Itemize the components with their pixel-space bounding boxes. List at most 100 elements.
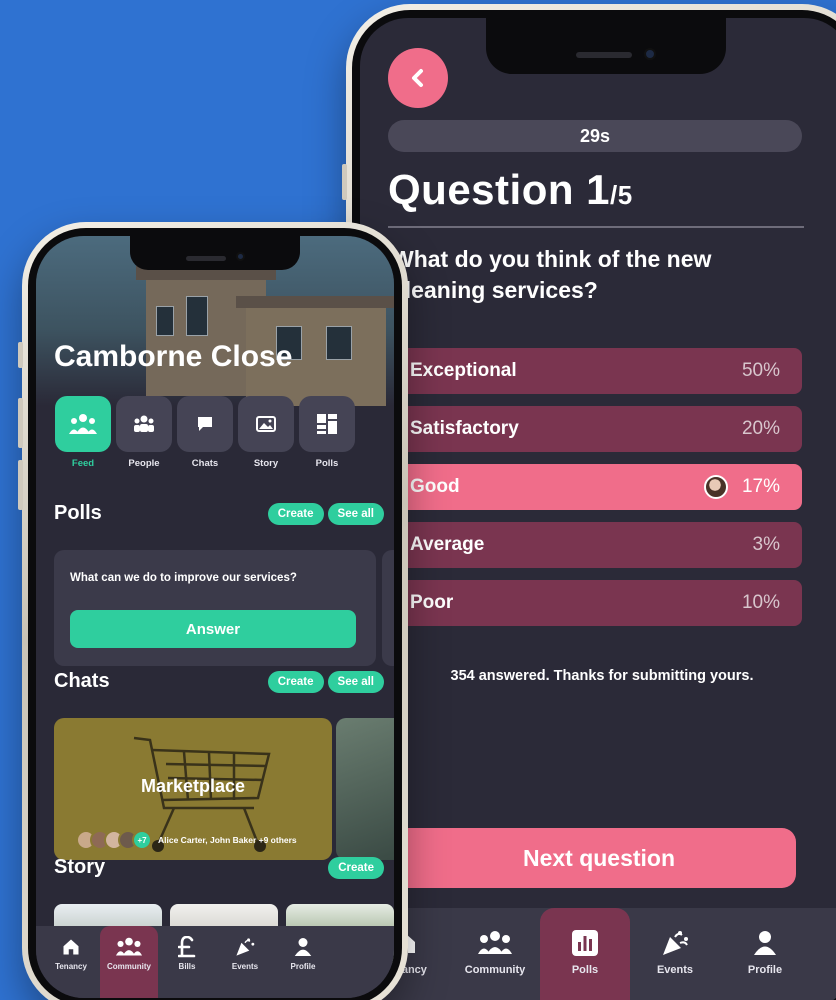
polls-icon	[572, 930, 598, 956]
answer-options: Exceptional 50% Satisfactory 20% Good 17…	[402, 348, 802, 638]
section-title: Polls	[54, 502, 102, 524]
option-percent: 3%	[752, 534, 780, 555]
option-satisfactory[interactable]: Satisfactory 20%	[402, 406, 802, 452]
create-story-button[interactable]: Create	[328, 856, 384, 879]
question-number: Question 1	[388, 166, 611, 213]
nav-label: Chats	[191, 458, 219, 469]
party-popper-icon	[663, 931, 688, 955]
divider	[388, 226, 804, 228]
image-icon	[256, 416, 276, 432]
section-title: Story	[54, 856, 106, 878]
option-percent: 20%	[741, 418, 780, 439]
nav-label: Polls	[315, 458, 339, 469]
tab-polls[interactable]: Polls	[540, 908, 630, 1000]
see-all-polls-button[interactable]: See all	[327, 502, 384, 525]
poll-question: What can we do to improve our services?	[70, 572, 297, 584]
bottom-tab-bar: Tenancy Community Polls Events Profile	[360, 908, 836, 1000]
option-label: Exceptional	[410, 360, 517, 381]
bottom-tab-bar: Tenancy Community Bills Events Profile	[36, 926, 394, 998]
tab-label: Bills	[178, 962, 196, 971]
people-icon	[134, 415, 154, 432]
poll-card: What can we do to improve our services? …	[54, 550, 376, 666]
community-screen: Camborne Close Feed People Chats Story P…	[36, 236, 394, 998]
tab-label: Events	[656, 964, 694, 976]
next-question-button[interactable]: Next question	[402, 828, 796, 888]
section-title: Chats	[54, 670, 110, 692]
chat-icon	[198, 417, 212, 431]
party-popper-icon	[236, 938, 255, 956]
tab-bills[interactable]: Bills	[158, 926, 216, 998]
tab-community[interactable]: Community	[450, 908, 540, 1000]
tab-events[interactable]: Events	[216, 926, 274, 998]
community-icon	[478, 931, 512, 954]
side-button	[18, 460, 23, 510]
user-avatar	[703, 475, 728, 499]
nav-story[interactable]: Story	[237, 396, 295, 469]
poll-phone: 29s Question 1/5 What do you think of th…	[342, 4, 836, 1000]
tab-community[interactable]: Community	[100, 926, 158, 998]
tab-label: Profile	[747, 964, 783, 976]
countdown-timer: 29s	[388, 120, 802, 152]
question-heading: Question 1/5	[388, 166, 633, 214]
create-poll-button[interactable]: Create	[267, 502, 324, 525]
answer-button[interactable]: Answer	[70, 610, 356, 648]
community-icon	[115, 937, 143, 956]
tab-label: Profile	[290, 962, 316, 971]
create-chat-button[interactable]: Create	[267, 670, 324, 693]
tab-profile[interactable]: Profile	[274, 926, 332, 998]
option-percent: 10%	[741, 592, 780, 613]
tab-events[interactable]: Events	[630, 908, 720, 1000]
option-good[interactable]: Good 17%	[402, 464, 802, 510]
nav-feed[interactable]: Feed	[54, 396, 112, 469]
nav-label: Story	[253, 458, 279, 469]
tab-label: Tenancy	[55, 962, 87, 971]
community-nav: Feed People Chats Story Polls	[54, 396, 356, 469]
option-percent: 17%	[741, 476, 780, 497]
chevron-left-icon	[412, 69, 423, 87]
option-exceptional[interactable]: Exceptional 50%	[402, 348, 802, 394]
answered-count-text: 354 answered. Thanks for submitting your…	[450, 668, 754, 684]
question-total: /5	[610, 180, 633, 210]
back-button[interactable]	[388, 48, 448, 108]
profile-icon	[754, 931, 776, 955]
poll-screen: 29s Question 1/5 What do you think of th…	[360, 18, 836, 1000]
tab-label: Polls	[571, 964, 599, 976]
option-label: Good	[410, 476, 460, 497]
nav-people[interactable]: People	[115, 396, 173, 469]
option-label: Poor	[410, 592, 454, 613]
tab-label: Events	[231, 962, 259, 971]
nav-chats[interactable]: Chats	[176, 396, 234, 469]
option-poor[interactable]: Poor 10%	[402, 580, 802, 626]
next-poll-card[interactable]	[382, 550, 394, 666]
option-average[interactable]: Average 3%	[402, 522, 802, 568]
tab-label: Community	[464, 964, 526, 976]
polls-section-header: Polls Create See all	[54, 502, 384, 525]
home-icon	[63, 939, 79, 955]
marketplace-chat-card[interactable]: Marketplace +7 Alice Carter, John Baker …	[54, 718, 332, 860]
side-button	[342, 164, 347, 200]
member-names: Alice Carter, John Baker +9 others	[158, 835, 297, 845]
timer-value: 29s	[579, 125, 611, 146]
chat-title: Marketplace	[140, 776, 246, 796]
tab-tenancy[interactable]: Tenancy	[42, 926, 100, 998]
see-all-chats-button[interactable]: See all	[327, 670, 384, 693]
option-label: Average	[410, 534, 485, 555]
pound-icon	[178, 936, 196, 958]
phone-notch	[130, 236, 300, 270]
nav-label: Feed	[71, 458, 95, 469]
feed-icon	[69, 414, 97, 434]
tab-profile[interactable]: Profile	[720, 908, 810, 1000]
nav-label: People	[128, 458, 160, 469]
story-section-header: Story Create	[54, 856, 384, 879]
community-phone: Camborne Close Feed People Chats Story P…	[18, 222, 408, 1000]
option-percent: 50%	[741, 360, 780, 381]
polls-grid-icon	[317, 414, 337, 434]
side-button	[18, 342, 23, 368]
place-title: Camborne Close	[54, 340, 293, 373]
option-label: Satisfactory	[410, 418, 519, 439]
side-button	[18, 398, 23, 448]
nav-polls[interactable]: Polls	[298, 396, 356, 469]
chat-members: +7 Alice Carter, John Baker +9 others	[76, 830, 297, 850]
next-chat-card[interactable]	[336, 718, 394, 860]
question-text: What do you think of the new cleaning se…	[392, 246, 712, 303]
